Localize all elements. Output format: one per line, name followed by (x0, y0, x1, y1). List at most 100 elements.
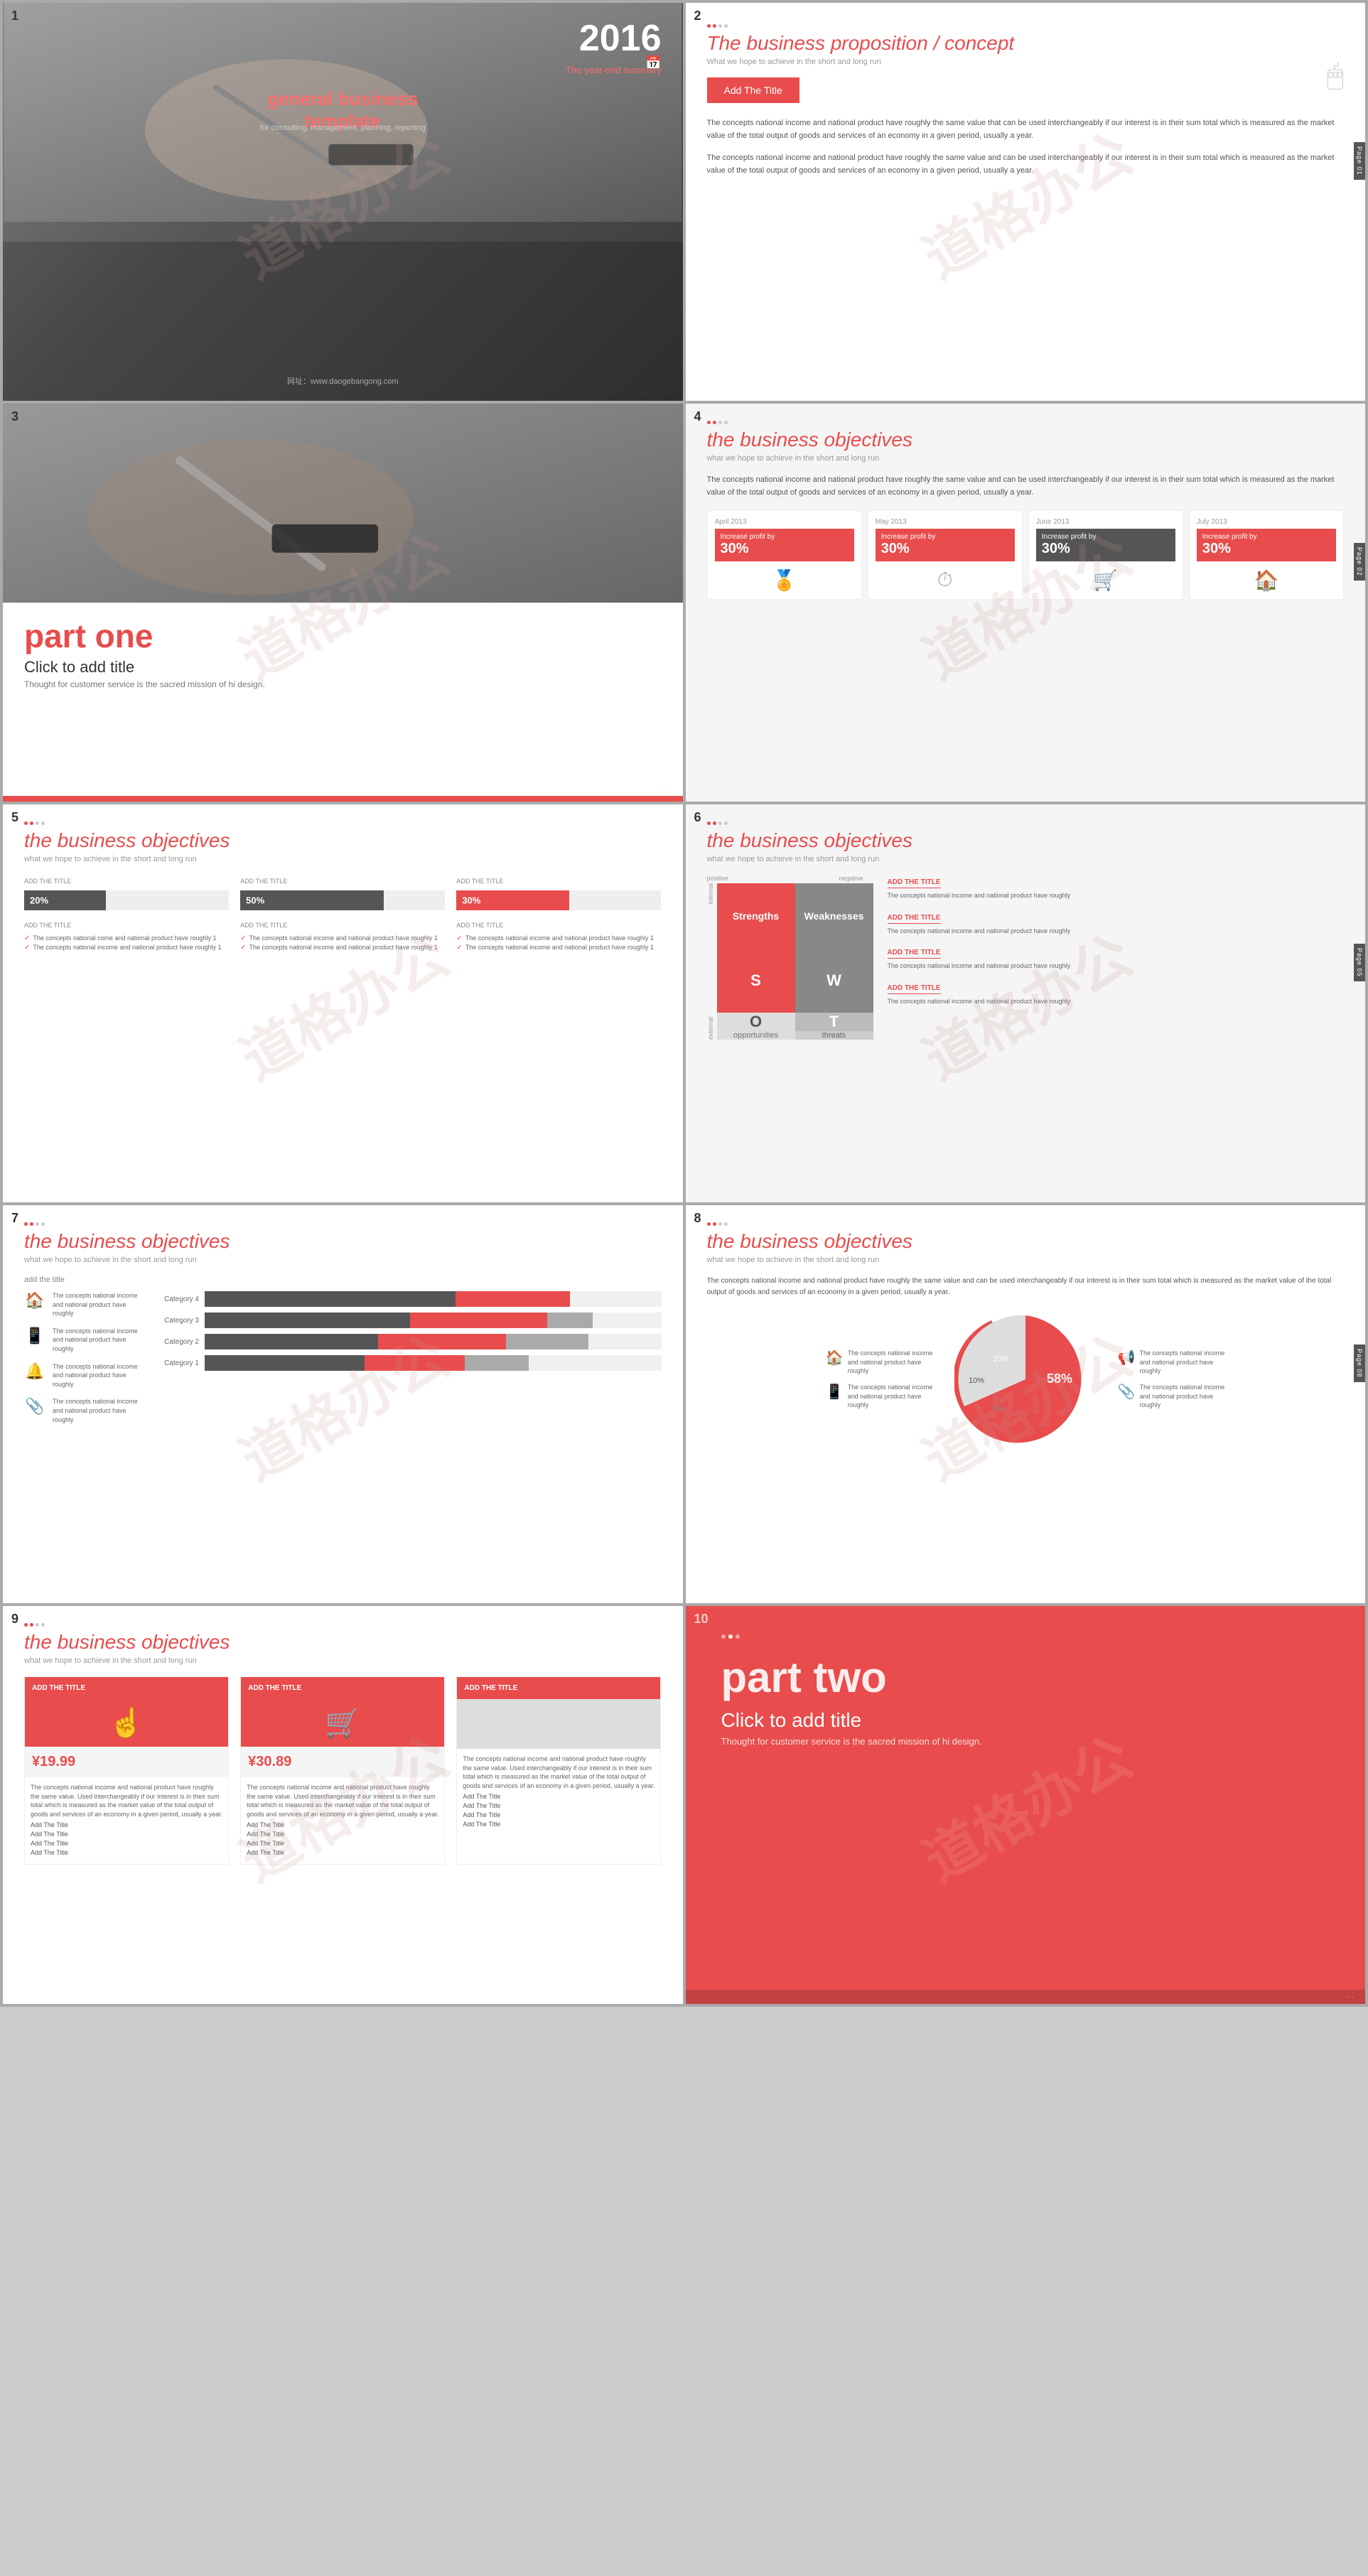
strengths-cell: Strengths (717, 883, 795, 948)
card-item-2-2: Add The Title (247, 1831, 438, 1838)
card-item-2-4: Add The Title (247, 1849, 438, 1856)
hbar-track-4 (205, 1355, 662, 1371)
card-item-1-1: Add The Title (31, 1821, 222, 1828)
swot-axis-top: positive negative (707, 875, 863, 882)
icon-list: 🏠 The concepts national income and natio… (24, 1291, 138, 1433)
part-label: part two (721, 1653, 1330, 1702)
bullet-2: ✓ The concepts national income and natio… (240, 944, 445, 952)
slide-number: 1 (11, 9, 18, 23)
red-bar (3, 796, 683, 802)
side-tab: Page 08 (1354, 1344, 1365, 1382)
card-item-2-3: Add The Title (247, 1840, 438, 1847)
hbar-row-2: Category 3 (149, 1313, 662, 1328)
add-title-button[interactable]: Add The Title (707, 77, 799, 103)
bar-3: 30% (456, 890, 661, 910)
clip-icon: 📎 (24, 1397, 45, 1416)
dot-4 (41, 1222, 45, 1226)
pie-text-1: The concepts national income and nationa… (848, 1349, 933, 1376)
t-letter: T (795, 1013, 873, 1031)
bottom-dots: ··· (1347, 1993, 1354, 2001)
slide-4: 4 the business objectives what we hope t… (686, 404, 1366, 802)
bar-fill: 50% (240, 890, 384, 910)
bullets-1: ✓ The concepts national come and nationa… (24, 934, 229, 953)
dot-1 (707, 821, 711, 825)
month-icon: ⏱ (876, 568, 1015, 592)
hbar-track-2 (205, 1313, 662, 1328)
hbar-label-4: Category 1 (149, 1359, 199, 1367)
hbar-light-4 (465, 1355, 529, 1371)
pie-text-2: The concepts national income and nationa… (848, 1383, 933, 1410)
bar-percent: 50% (246, 895, 264, 906)
swot-matrix-row: internal external Strengths Weaknesses S… (707, 883, 873, 1040)
side-tab: Page 05 (1354, 944, 1365, 981)
hbar-label-1: Category 4 (149, 1295, 199, 1303)
icon-item-3: 🔔 The concepts national income and natio… (24, 1362, 138, 1389)
dot-1 (707, 1222, 711, 1226)
slide-subtitle: what we hope to achieve in the short and… (24, 1256, 662, 1264)
threats-cell: threats (795, 1031, 873, 1040)
click-sub: Thought for customer service is the sacr… (721, 1736, 1330, 1747)
phone-icon: 📱 (826, 1383, 844, 1401)
hbar-light-3 (506, 1334, 588, 1349)
pricing-cards: ADD THE TITLE ☝ ¥19.99 The concepts nati… (24, 1676, 662, 1865)
hbar-row-4: Category 1 (149, 1355, 662, 1371)
hbar-dark-3 (205, 1334, 378, 1349)
pie-text-4: The concepts national income and nationa… (1140, 1383, 1225, 1410)
hbar-dark-2 (205, 1313, 410, 1328)
icon-text-3: The concepts national income and nationa… (53, 1362, 138, 1389)
hbar-label-3: Category 2 (149, 1338, 199, 1346)
swot-item-2: ADD THE TITLE The concepts national inco… (888, 910, 1345, 936)
bullet-1: ✓ The concepts national income and natio… (456, 934, 661, 942)
swot-item-title-2: ADD THE TITLE (888, 914, 941, 924)
pie-right-item-1: 📢 The concepts national income and natio… (1118, 1349, 1225, 1376)
w-letter: W (795, 948, 873, 1013)
slide-8: 8 the business objectives what we hope t… (686, 1205, 1366, 1603)
dot-3 (718, 821, 722, 825)
month-label: April 2013 (715, 518, 854, 526)
click-title: Click to add title (24, 658, 662, 677)
bar-percent: 20% (30, 895, 48, 906)
icon-text-2: The concepts national income and nationa… (53, 1327, 138, 1354)
dot-1 (707, 421, 711, 424)
slide3-bottom: part one Click to add title Thought for … (3, 603, 683, 802)
bell-icon: 🔔 (24, 1362, 45, 1381)
cart-icon: 🛒 (325, 1708, 360, 1739)
pie-label-9: 9% (993, 1405, 1005, 1413)
body-text-1: The concepts national income and nationa… (707, 117, 1345, 142)
month-label: June 2013 (1036, 518, 1175, 526)
dot-active (728, 1634, 733, 1639)
dot-1 (24, 1623, 28, 1627)
card-header-3: ADD THE TITLE (457, 1677, 660, 1699)
hbar-dark-1 (205, 1291, 456, 1307)
slide-subtitle: what we hope to achieve in the short and… (707, 1256, 1345, 1264)
card-text-2: The concepts national income and nationa… (247, 1783, 438, 1818)
body-text: The concepts national income and nationa… (707, 1276, 1345, 1298)
slide-number: 6 (694, 810, 701, 825)
dots-row (24, 1222, 662, 1226)
chart-area: ADD THE TITLE ADD THE TITLE ADD THE TITL… (24, 878, 662, 953)
click-title: Click to add title (721, 1709, 1330, 1732)
bullets-3: ✓ The concepts national income and natio… (456, 934, 661, 953)
dot-2 (713, 1222, 716, 1226)
click-sub: Thought for customer service is the sacr… (24, 679, 662, 689)
pie-right-item-2: 📎 The concepts national income and natio… (1118, 1383, 1225, 1410)
slide-number: 8 (694, 1211, 701, 1226)
dot-1 (24, 821, 28, 825)
slide7-content: 🏠 The concepts national income and natio… (24, 1291, 662, 1433)
chart-bars: 20% 50% 30% (24, 890, 662, 913)
icon-item-4: 📎 The concepts national income and natio… (24, 1397, 138, 1424)
icon-item-2: 📱 The concepts national income and natio… (24, 1327, 138, 1354)
slide-9: 9 the business objectives what we hope t… (3, 1606, 683, 2004)
dot-2 (30, 821, 33, 825)
dot-4 (41, 821, 45, 825)
slide-title: the business objectives (24, 829, 662, 852)
swot-area: positive negative internal external Stre… (707, 875, 1345, 1040)
external-label: external (707, 1017, 714, 1040)
month-cards: April 2013 Increase profit by 30% 🏅 May … (707, 510, 1345, 600)
pricing-card-3: ADD THE TITLE The concepts national inco… (456, 1676, 661, 1865)
month-card-1: April 2013 Increase profit by 30% 🏅 (707, 510, 862, 600)
hbar-track-3 (205, 1334, 662, 1349)
opportunities-cell: opportunities (717, 1031, 795, 1040)
slide-number: 7 (11, 1211, 18, 1226)
card-item-3-3: Add The Title (463, 1811, 655, 1818)
